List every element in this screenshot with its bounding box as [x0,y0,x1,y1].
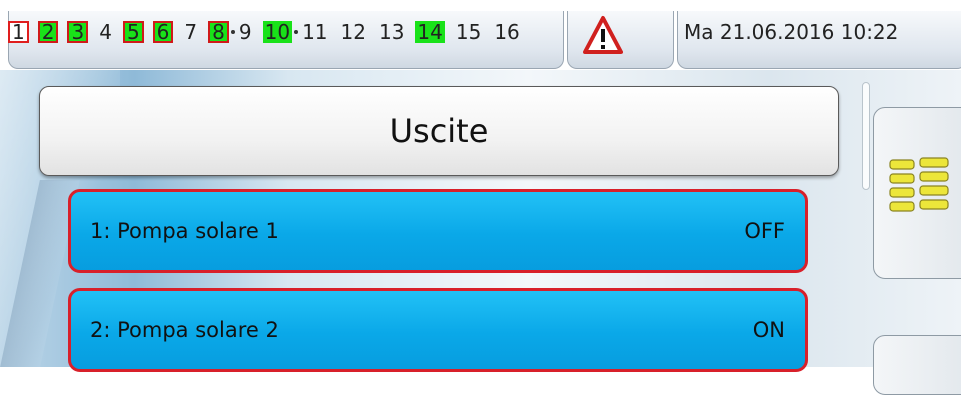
output-label: 1: Pompa solare 1 [90,219,279,243]
side-lower-button[interactable] [873,335,961,395]
output-indicator-9: 9 [238,20,252,44]
output-indicator-3: 3 [67,21,89,43]
output-row-2[interactable]: 2: Pompa solare 2 ON [68,288,808,372]
output-link-dot [230,30,235,34]
output-label: 2: Pompa solare 2 [90,318,279,342]
output-link-dot [294,30,299,34]
output-row-1[interactable]: 1: Pompa solare 1 OFF [68,189,808,273]
output-indicator-4: 4 [99,20,112,44]
warning-triangle-icon[interactable] [583,15,623,55]
output-indicator-5: 5 [122,21,144,43]
outputs-indicator-row: 1 2 3 4 5 6 7 8 9 10 11 12 13 14 15 16 [8,19,531,45]
output-indicator-15: 15 [455,20,482,44]
output-indicator-8: 8 [208,21,229,43]
output-indicator-12: 12 [340,20,366,44]
output-indicator-14: 14 [415,20,445,44]
page-title-button[interactable]: Uscite [39,86,839,176]
scrollbar[interactable] [862,82,870,190]
menu-grid-icon[interactable] [888,156,952,218]
output-indicator-7: 7 [184,20,198,44]
output-indicator-11: 11 [302,20,328,44]
output-indicator-13: 13 [378,20,405,44]
output-indicator-1: 1 [8,21,29,43]
datetime-text: Ma 21.06.2016 10:22 [684,20,899,44]
output-indicator-2: 2 [37,21,59,43]
output-indicator-16: 16 [494,20,520,44]
output-state: OFF [744,219,785,243]
output-state: ON [752,318,785,342]
output-indicator-10: 10 [262,20,293,44]
output-indicator-6: 6 [152,21,174,43]
